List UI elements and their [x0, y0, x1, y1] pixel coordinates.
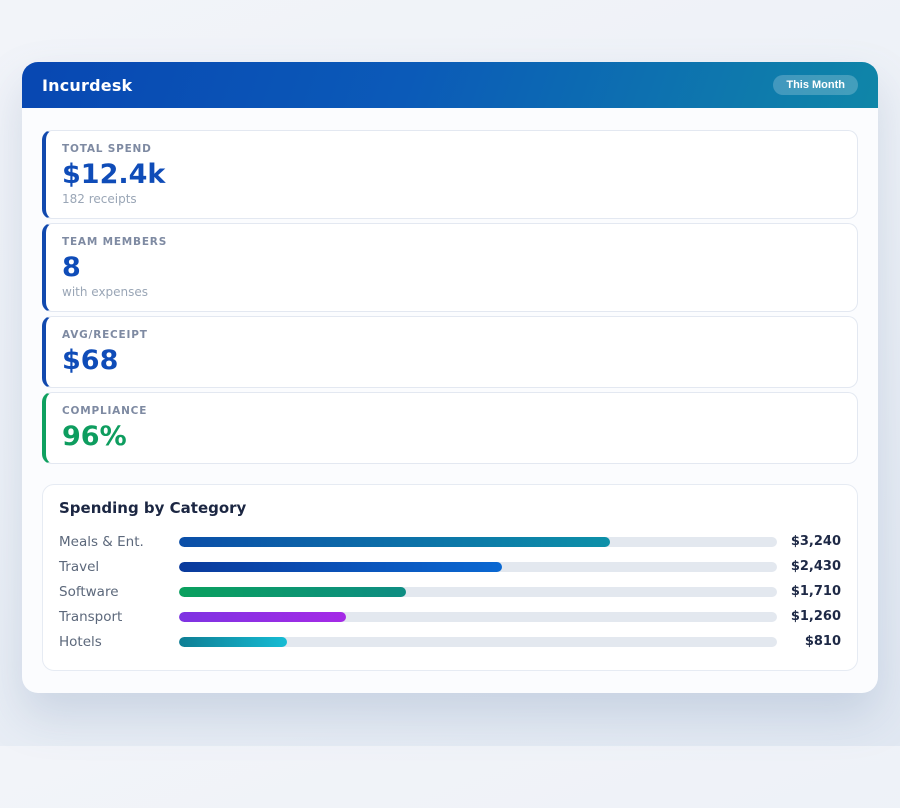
stat-value: $68 — [62, 346, 841, 376]
category-label: Software — [59, 584, 179, 600]
chart-title: Spending by Category — [59, 499, 841, 517]
stat-label: COMPLIANCE — [62, 404, 841, 418]
category-value: $3,240 — [777, 534, 841, 549]
stat-value: $12.4k — [62, 160, 841, 190]
stat-label: TOTAL SPEND — [62, 142, 841, 156]
category-label: Transport — [59, 609, 179, 625]
bar-track — [179, 612, 777, 622]
bar-track — [179, 637, 777, 647]
chart-row-meals: Meals & Ent. $3,240 — [59, 529, 841, 554]
panel-content: TOTAL SPEND $12.4k 182 receipts TEAM MEM… — [22, 108, 878, 693]
category-label: Travel — [59, 559, 179, 575]
period-badge[interactable]: This Month — [773, 75, 858, 95]
stat-subtext: 182 receipts — [62, 192, 841, 207]
category-value: $810 — [777, 634, 841, 649]
category-label: Meals & Ent. — [59, 534, 179, 550]
stat-label: TEAM MEMBERS — [62, 235, 841, 249]
app-title: Incurdesk — [42, 76, 132, 95]
chart-row-transport: Transport $1,260 — [59, 604, 841, 629]
spending-by-category-card: Spending by Category Meals & Ent. $3,240… — [42, 484, 858, 671]
panel-header: Incurdesk This Month — [22, 62, 878, 108]
stat-value: 96% — [62, 422, 841, 452]
category-value: $1,260 — [777, 609, 841, 624]
category-label: Hotels — [59, 634, 179, 650]
stat-card-total-spend: TOTAL SPEND $12.4k 182 receipts — [42, 130, 858, 219]
stat-card-compliance: COMPLIANCE 96% — [42, 392, 858, 464]
bar-fill — [179, 537, 610, 547]
chart-row-hotels: Hotels $810 — [59, 629, 841, 654]
chart-row-software: Software $1,710 — [59, 579, 841, 604]
category-value: $1,710 — [777, 584, 841, 599]
bar-track — [179, 562, 777, 572]
dashboard-panel: Incurdesk This Month TOTAL SPEND $12.4k … — [22, 62, 878, 693]
bar-fill — [179, 637, 287, 647]
bar-track — [179, 587, 777, 597]
chart-row-travel: Travel $2,430 — [59, 554, 841, 579]
stat-subtext: with expenses — [62, 285, 841, 300]
bar-fill — [179, 612, 346, 622]
stat-card-team-members: TEAM MEMBERS 8 with expenses — [42, 223, 858, 312]
stat-value: 8 — [62, 253, 841, 283]
category-value: $2,430 — [777, 559, 841, 574]
stat-label: AVG/RECEIPT — [62, 328, 841, 342]
bar-track — [179, 537, 777, 547]
bar-fill — [179, 562, 502, 572]
stat-card-avg-receipt: AVG/RECEIPT $68 — [42, 316, 858, 388]
bar-fill — [179, 587, 406, 597]
